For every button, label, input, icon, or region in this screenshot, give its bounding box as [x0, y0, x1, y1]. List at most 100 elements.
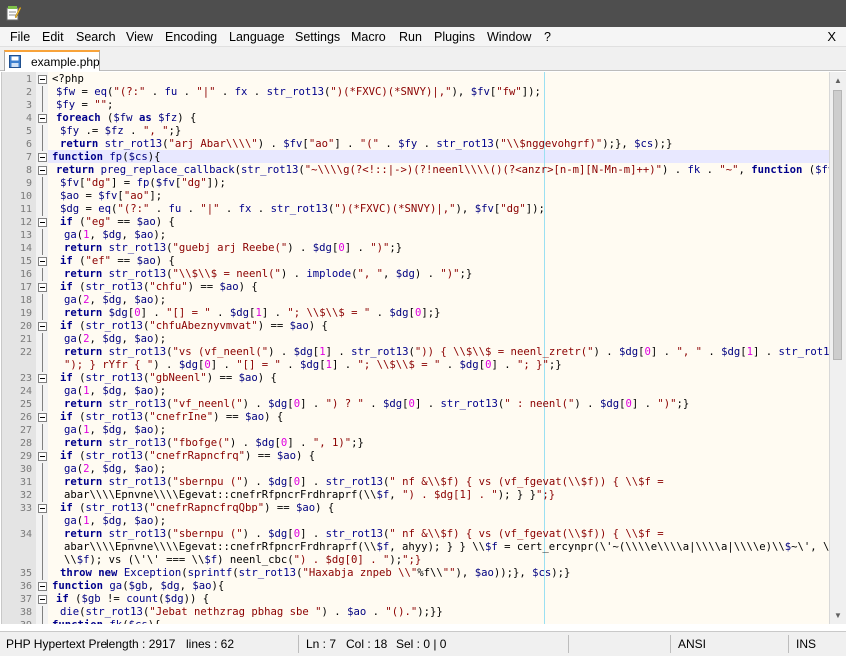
- fold-toggle-icon[interactable]: [38, 411, 47, 424]
- code-line: ga(1, $dg, $ao);: [64, 385, 167, 397]
- fold-line: [38, 476, 47, 489]
- fold-toggle-icon[interactable]: [38, 593, 47, 606]
- code-line: return str_rot13("vs (vf_neenl(") . $dg[…: [64, 346, 829, 358]
- fold-toggle-icon[interactable]: [38, 151, 47, 164]
- code-line: ga(1, $dg, $ao);: [64, 229, 167, 241]
- fold-toggle-icon[interactable]: [38, 502, 47, 515]
- fold-toggle-icon[interactable]: [38, 281, 47, 294]
- menu-search[interactable]: Search: [76, 29, 116, 45]
- line-number: 20: [19, 321, 32, 332]
- line-number: 39: [2, 619, 32, 624]
- fold-toggle-icon[interactable]: [38, 372, 47, 385]
- title-bar: [0, 0, 846, 27]
- line-number: 32: [19, 490, 32, 501]
- line-number: 27: [19, 425, 32, 436]
- code-line: abar\\\\Epnvne\\\\Egevat::cnefrRfpncrFrd…: [64, 489, 556, 501]
- line-number: 23: [19, 373, 32, 384]
- fold-toggle-icon[interactable]: [38, 112, 47, 125]
- menu-edit[interactable]: Edit: [42, 29, 64, 45]
- fold-line: [38, 424, 47, 437]
- line-number: 31: [19, 477, 32, 488]
- line-number: 33: [19, 503, 32, 514]
- line-number: 15: [19, 256, 32, 267]
- line-number: 13: [19, 230, 32, 241]
- status-divider: [298, 635, 299, 653]
- fold-toggle-icon[interactable]: [38, 216, 47, 229]
- code-line: return str_rot13("guebj arj Reebe(") . $…: [64, 242, 403, 254]
- code-line: $fw = eq("(?:" . fu . "|" . fx . str_rot…: [56, 86, 541, 98]
- fold-line: [38, 554, 47, 567]
- menu-encoding[interactable]: Encoding: [165, 29, 217, 45]
- fold-line: [38, 125, 47, 138]
- line-number: 1: [25, 74, 32, 85]
- fold-toggle-icon[interactable]: [38, 450, 47, 463]
- line-number: 7: [25, 152, 32, 163]
- status-language: PHP Hypertext Pre: [6, 637, 108, 651]
- line-number: 30: [19, 464, 32, 475]
- tab-example-php[interactable]: example.php: [4, 50, 100, 71]
- line-number: 22: [19, 347, 32, 358]
- code-line: $fy = "";: [56, 99, 114, 111]
- code-line: if (str_rot13("chfuAbeznyvmvat") == $ao)…: [60, 320, 328, 332]
- menu-language[interactable]: Language: [229, 29, 285, 45]
- line-number: 16: [19, 269, 32, 280]
- tab-label: example.php: [31, 55, 100, 69]
- fold-toggle-icon[interactable]: [38, 320, 47, 333]
- fold-line: [38, 437, 47, 450]
- menu-run[interactable]: Run: [399, 29, 422, 45]
- line-number: 36: [19, 581, 32, 592]
- line-number: 2: [25, 87, 32, 98]
- line-number: 21: [19, 334, 32, 345]
- line-number: 6: [25, 139, 32, 150]
- code-line: return preg_replace_callback(str_rot13("…: [56, 164, 829, 176]
- line-number: 17: [19, 282, 32, 293]
- code-line: if ($gb != count($dg)) {: [56, 593, 210, 605]
- menu-view[interactable]: View: [126, 29, 153, 45]
- line-number: 28: [19, 438, 32, 449]
- line-number: 8: [25, 165, 32, 176]
- close-document-button[interactable]: X: [827, 29, 836, 45]
- code-line: \\$f); vs (\'\' === \\$f) neenl_cbc(") .…: [64, 554, 422, 566]
- fold-line: [38, 229, 47, 242]
- fold-toggle-icon[interactable]: [38, 255, 47, 268]
- code-line: if ("ef" == $ao) {: [60, 255, 175, 267]
- status-divider: [788, 635, 789, 653]
- scrollbar-thumb[interactable]: [833, 90, 842, 360]
- scroll-down-icon[interactable]: ▼: [834, 611, 842, 620]
- code-line: ga(2, $dg, $ao);: [64, 294, 167, 306]
- notepad-icon: [6, 6, 21, 21]
- code-line: ga(2, $dg, $ao);: [64, 463, 167, 475]
- menu-help[interactable]: ?: [544, 29, 551, 45]
- fold-toggle-icon[interactable]: [38, 73, 47, 86]
- scroll-up-icon[interactable]: ▲: [834, 76, 842, 85]
- status-lines: lines : 62: [186, 637, 235, 651]
- fold-line: [38, 242, 47, 255]
- fold-toggle-icon[interactable]: [38, 580, 47, 593]
- code-line: ga(2, $dg, $ao);: [64, 333, 167, 345]
- code-editor[interactable]: 1 2 3 4 5 6 7 8 9 10 11 12 13 14 15 16 17 18 19 20 21 22 23 24 2…: [1, 72, 829, 624]
- code-line: <?php: [52, 73, 84, 85]
- fold-line: [38, 138, 47, 151]
- line-number: 37: [19, 594, 32, 605]
- fold-toggle-icon[interactable]: [38, 164, 47, 177]
- code-line: return str_rot13("sbernpu (") . $dg[0] .…: [64, 528, 664, 540]
- fold-line: [38, 294, 47, 307]
- code-line: function fp($cs){: [52, 151, 161, 163]
- menu-plugins[interactable]: Plugins: [434, 29, 475, 45]
- fold-line: [38, 177, 47, 190]
- vertical-scrollbar[interactable]: ▲ ▼: [829, 72, 846, 624]
- line-number: 12: [19, 217, 32, 228]
- code-line: throw new Exception(sprintf(str_rot13("H…: [60, 567, 571, 579]
- line-number: 3: [25, 100, 32, 111]
- fold-line: [38, 203, 47, 216]
- fold-line: [38, 99, 47, 112]
- menu-settings[interactable]: Settings: [295, 29, 340, 45]
- line-number: 4: [25, 113, 32, 124]
- status-length: length : 2917: [106, 637, 176, 651]
- status-insert-mode: INS: [796, 637, 817, 651]
- code-line: ga(1, $dg, $ao);: [64, 424, 167, 436]
- menu-window[interactable]: Window: [487, 29, 531, 45]
- menu-macro[interactable]: Macro: [351, 29, 386, 45]
- line-number-gutter: 1 2 3 4 5 6 7 8 9 10 11 12 13 14 15 16 17 18 19 20 21 22 23 24 2…: [2, 72, 36, 624]
- menu-file[interactable]: File: [10, 29, 30, 45]
